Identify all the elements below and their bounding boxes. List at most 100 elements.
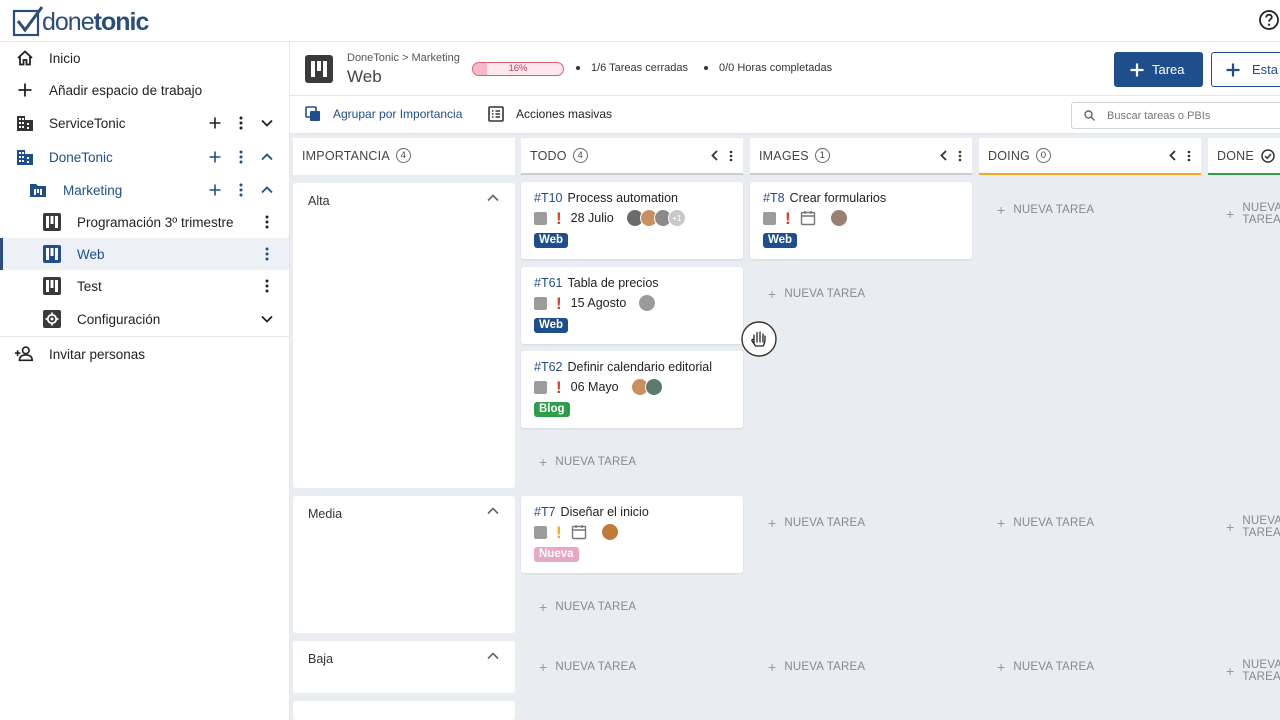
help-icon[interactable] [1258,9,1280,31]
card-title: #T62 Definir calendario editorial [534,360,713,374]
assignees[interactable] [600,523,619,541]
more-vertical-icon[interactable] [259,214,275,230]
new-task-link[interactable]: + NUEVA TAREA [768,286,865,302]
task-card[interactable]: #T7 Diseñar el inicio ! Nueva [521,496,743,573]
sidebar-item-label: DoneTonic [49,149,113,165]
new-task-link[interactable]: + NUEVA TAREA [997,202,1094,218]
breadcrumb[interactable]: DoneTonic > Marketing [347,52,460,64]
sidebar-item-label: ServiceTonic [49,115,126,131]
column-name: IMAGES [759,148,809,163]
new-task-link[interactable]: + NUEVA TAREA [768,659,865,675]
chevron-up-icon[interactable] [487,194,501,208]
group-panel-baja: Baja [293,641,515,693]
closed-tasks-stat: 1/6 Tareas cerradas [576,62,688,74]
group-panel-alta: Alta [293,183,515,488]
more-vertical-icon[interactable] [259,278,275,294]
new-task-link[interactable]: + NUEVA TAREA [1226,515,1280,539]
board-icon [305,55,333,83]
group-by-button[interactable]: Agrupar por Importancia [305,106,462,122]
sidebar-item-programacion[interactable]: Programación 3º trimestre [0,206,289,238]
sidebar-item-donetonic[interactable]: DoneTonic [0,141,289,173]
new-task-link[interactable]: + NUEVA TAREA [997,659,1094,675]
logo-text-done: done [42,8,95,36]
new-task-button[interactable]: Tarea [1114,52,1203,87]
more-vertical-icon[interactable] [233,115,249,131]
folder-icon [28,180,48,200]
column-header-images[interactable]: IMAGES 1 [750,138,972,175]
tag-web: Web [534,318,569,333]
column-name: DOING [988,148,1030,163]
more-vertical-icon[interactable] [233,182,249,198]
sidebar-item-marketing[interactable]: Marketing [0,174,289,206]
search-input[interactable]: Buscar tareas o PBIs [1071,102,1280,129]
sidebar-item-label: Invitar personas [49,346,146,362]
chevron-down-icon[interactable] [259,115,275,131]
new-task-link[interactable]: + NUEVA TAREA [768,515,865,531]
more-vertical-icon[interactable] [958,150,962,162]
donetonic-logo[interactable]: donetonic [12,3,150,37]
group-icon [305,106,320,121]
plus-icon [1226,63,1240,76]
column-header-doing[interactable]: DOING 0 [979,138,1201,175]
more-vertical-icon[interactable] [729,150,733,162]
task-card[interactable]: #T62 Definir calendario editorial ! 06 Ma… [521,351,743,428]
assignees[interactable] [638,294,657,312]
assignees[interactable]: +1 [625,209,686,227]
more-vertical-icon[interactable] [1187,150,1191,162]
sidebar-item-inicio[interactable]: Inicio [0,42,289,74]
task-card[interactable]: #T61 Tabla de precios ! 15 Agosto Web [521,267,743,344]
chevron-up-icon[interactable] [487,507,501,521]
assignees[interactable] [630,378,663,396]
progress-label: 16% [508,63,528,74]
chevron-up-icon[interactable] [259,149,275,165]
bulk-actions-label: Acciones masivas [516,107,613,121]
task-id: #T62 [534,360,563,374]
column-header-done[interactable]: DONE [1208,138,1280,175]
assignees[interactable] [829,209,848,227]
sidebar-item-invite[interactable]: Invitar personas [0,338,289,370]
chevron-down-icon[interactable] [259,311,275,327]
add-icon[interactable] [207,149,223,165]
sidebar-item-configuracion[interactable]: Configuración [0,303,289,335]
bulk-actions-button[interactable]: Acciones masivas [488,106,612,122]
tag-web: Web [534,233,569,248]
more-vertical-icon[interactable] [233,149,249,165]
sidebar-item-add-workspace[interactable]: Añadir espacio de trabajo [0,74,289,106]
task-type-icon [763,211,776,225]
sidebar-item-web[interactable]: Web [0,238,289,270]
chevron-up-icon[interactable] [259,182,275,198]
new-task-link[interactable]: + NUEVA TAREA [997,515,1094,531]
sidebar-item-test[interactable]: Test [0,270,289,302]
plus-icon [1130,63,1144,76]
column-header-todo[interactable]: TODO 4 [521,138,743,175]
collapse-left-icon[interactable] [711,150,718,161]
more-vertical-icon[interactable] [259,246,275,262]
add-icon[interactable] [207,182,223,198]
new-task-link[interactable]: + NUEVA TAREA [539,454,636,470]
new-task-link[interactable]: + NUEVA TAREA [539,659,636,675]
logo-text-tonic: tonic [93,8,150,36]
search-placeholder: Buscar tareas o PBIs [1107,109,1211,122]
plus-icon [15,80,35,100]
task-card[interactable]: #T8 Crear formularios ! Web [750,182,972,259]
new-task-link[interactable]: + NUEVA TAREA [1226,202,1280,226]
task-id: #T10 [534,191,563,205]
task-type-icon [534,211,547,225]
sidebar-item-servicetonic[interactable]: ServiceTonic [0,107,289,139]
collapse-left-icon[interactable] [1169,150,1176,161]
calendar-icon[interactable] [571,524,587,540]
building-icon [15,147,35,167]
add-icon[interactable] [207,115,223,131]
calendar-icon[interactable] [800,210,816,226]
new-task-link[interactable]: + NUEVA TAREA [1226,659,1280,683]
new-task-button-label: Tarea [1152,62,1185,77]
new-status-button[interactable]: Esta [1211,52,1280,87]
group-by-label: Agrupar por Importancia [333,107,463,121]
new-task-link[interactable]: + NUEVA TAREA [539,599,636,615]
board-icon [42,244,62,264]
board-header: DoneTonic > Marketing Web 16% 1/6 Tareas… [290,42,1280,96]
chevron-up-icon[interactable] [487,652,501,666]
search-icon [1084,110,1095,121]
task-card[interactable]: #T10 Process automation ! 28 Julio +1 Web [521,182,743,259]
collapse-left-icon[interactable] [940,150,947,161]
